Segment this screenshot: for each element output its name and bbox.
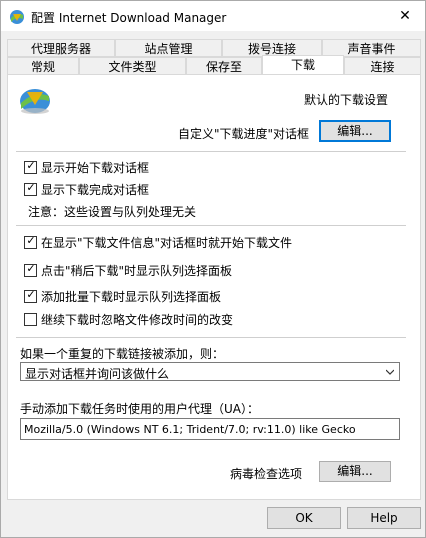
downloads-settings-panel: 默认的下载设置 自定义"下载进度"对话框 编辑... ✓ 显示开始下载对话框 ✓… (7, 74, 421, 500)
separator (16, 225, 406, 226)
check-mark-icon: ✓ (26, 234, 36, 247)
checkbox-box[interactable]: ✓ (24, 181, 37, 196)
check-mark-icon: ✓ (26, 262, 36, 275)
idm-logo-icon (20, 89, 50, 114)
idm-app-icon (10, 10, 24, 24)
tab-downloads[interactable]: 下载 (262, 55, 344, 76)
custom-progress-dialog-label: 自定义"下载进度"对话框 (178, 127, 310, 141)
help-button[interactable]: Help (347, 507, 421, 529)
check-mark-icon: ✓ (26, 181, 36, 194)
window-title: 配置 Internet Download Manager (31, 11, 227, 25)
edit-virus-check-button[interactable]: 编辑... (319, 461, 391, 482)
duplicate-action-select[interactable]: 显示对话框并询问该做什么 (20, 362, 400, 381)
separator (16, 151, 406, 152)
queue-note: 注意：这些设置与队列处理无关 (28, 205, 197, 219)
checkbox-box[interactable]: ✓ (24, 288, 37, 303)
checkbox-label: 添加批量下载时显示队列选择面板 (41, 290, 222, 304)
close-icon: ✕ (399, 8, 411, 24)
tab-file-types[interactable]: 文件类型 (79, 57, 186, 75)
tab-proxy[interactable]: 代理服务器 (7, 39, 115, 57)
duplicate-action-value: 显示对话框并询问该做什么 (25, 367, 170, 381)
virus-check-label: 病毒检查选项 (230, 467, 303, 481)
tab-general[interactable]: 常规 (7, 57, 79, 75)
tab-site-management[interactable]: 站点管理 (115, 39, 222, 57)
user-agent-input[interactable] (20, 418, 400, 440)
checkbox-label: 点击"稍后下载"时显示队列选择面板 (41, 264, 233, 278)
tab-connection[interactable]: 连接 (344, 57, 421, 75)
config-window: 配置 Internet Download Manager ✕ 代理服务器 站点管… (0, 0, 426, 538)
checkbox-label: 显示开始下载对话框 (41, 161, 150, 175)
checkbox-label: 在显示"下载文件信息"对话框时就开始下载文件 (41, 236, 293, 250)
checkbox-box[interactable]: ✓ (24, 262, 37, 277)
edit-progress-dialog-button[interactable]: 编辑... (319, 120, 391, 142)
check-mark-icon: ✓ (26, 159, 36, 172)
ok-button[interactable]: OK (267, 507, 341, 529)
checkbox-label: 继续下载时忽略文件修改时间的改变 (41, 313, 234, 327)
separator (16, 337, 406, 338)
user-agent-label: 手动添加下载任务时使用的用户代理（UA）： (20, 402, 259, 416)
close-button[interactable]: ✕ (385, 1, 425, 31)
checkbox-label: 显示下载完成对话框 (41, 183, 150, 197)
chevron-down-icon (386, 369, 394, 375)
checkbox-box[interactable]: ✓ (24, 159, 37, 174)
checkbox-box[interactable]: ✓ (24, 234, 37, 249)
title-bar: 配置 Internet Download Manager ✕ (1, 1, 425, 31)
check-mark-icon: ✓ (26, 288, 36, 301)
checkbox-box[interactable] (24, 313, 37, 326)
default-download-settings-heading: 默认的下载设置 (304, 93, 389, 107)
duplicate-link-label: 如果一个重复的下载链接被添加，则： (20, 347, 225, 361)
tab-save-to[interactable]: 保存至 (186, 57, 262, 75)
